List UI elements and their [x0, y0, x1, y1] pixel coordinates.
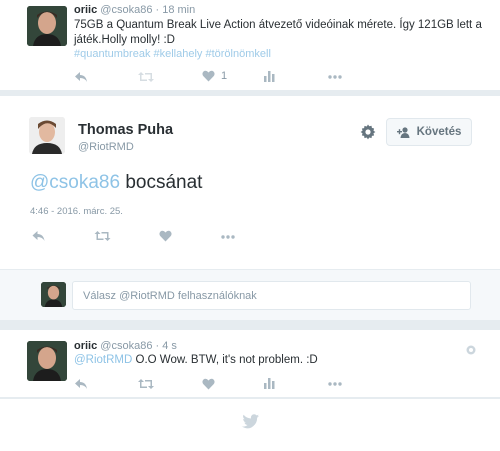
tweet-previous[interactable]: oriic @csoka86 · 18 min 75GB a Quantum B… [0, 0, 500, 90]
tweet-body: O.O Wow. BTW, it's not problem. :D [132, 354, 318, 366]
follow-button-label: Követés [416, 126, 462, 138]
reply-button[interactable] [74, 71, 88, 83]
tweet-time[interactable]: · 4 s [156, 340, 177, 352]
author-handle[interactable]: @csoka86 [100, 340, 152, 352]
like-icon [202, 378, 215, 390]
like-count: 1 [221, 70, 228, 82]
tweet-text: 75GB a Quantum Break Live Action átvezet… [74, 19, 482, 46]
more-button[interactable] [328, 75, 342, 79]
avatar[interactable] [27, 341, 67, 381]
gear-icon [360, 124, 376, 140]
retweet-button[interactable] [138, 71, 154, 83]
reply-button[interactable] [31, 230, 46, 242]
twitter-logo[interactable] [241, 414, 259, 434]
tweet-main: Thomas Puha @RiotRMD Követés @csoka86 bo… [0, 96, 500, 269]
reply-composer: Válasz @RiotRMD felhasználóknak [0, 270, 500, 320]
reply-button[interactable] [74, 378, 88, 390]
twitter-bird-icon [241, 414, 259, 429]
follow-button[interactable]: Követés [386, 118, 472, 146]
author-name[interactable]: oriic [74, 340, 97, 352]
more-icon [221, 235, 235, 239]
analytics-icon [264, 378, 275, 389]
like-icon [202, 70, 215, 82]
retweet-icon [138, 379, 154, 389]
avatar[interactable] [27, 6, 67, 46]
avatar [41, 282, 66, 307]
tweet-hashtags[interactable]: #quantumbreak #kellahely #törölnömkell [74, 48, 271, 60]
retweet-button[interactable] [138, 378, 154, 390]
more-button[interactable] [221, 235, 235, 239]
reply-icon [75, 379, 87, 389]
analytics-icon [264, 71, 275, 82]
more-icon [328, 75, 342, 79]
reply-icon [75, 72, 87, 82]
reply-prefix: Válasz [83, 289, 120, 302]
tweet-text: @RiotRMD O.O Wow. BTW, it's not problem.… [74, 354, 318, 366]
more-button[interactable] [328, 382, 342, 386]
reply-handle: @RiotRMD [119, 289, 175, 302]
reply-suffix: felhasználóknak [174, 289, 257, 302]
more-icon [328, 382, 342, 386]
settings-button[interactable] [360, 124, 376, 145]
analytics-button[interactable] [264, 71, 275, 82]
avatar[interactable] [29, 117, 65, 154]
retweet-button[interactable] [94, 230, 111, 242]
mention-link[interactable]: @RiotRMD [74, 354, 132, 366]
author-handle[interactable]: @RiotRMD [78, 141, 134, 153]
tweet-reply[interactable]: oriic @csoka86 · 4 s @RiotRMD O.O Wow. B… [0, 330, 500, 397]
author-name[interactable]: oriic [74, 4, 97, 16]
tweet-time[interactable]: · 18 min [156, 4, 196, 16]
like-icon [159, 230, 172, 242]
tweet-timestamp[interactable]: 4:46 - 2016. márc. 25. [30, 206, 123, 217]
like-button[interactable] [159, 230, 172, 242]
info-icon [466, 345, 476, 355]
author-name[interactable]: Thomas Puha [78, 122, 173, 138]
like-button[interactable]: 1 [202, 70, 227, 82]
tweet-body: bocsánat [120, 172, 203, 193]
analytics-button[interactable] [264, 378, 275, 389]
mention-link[interactable]: @csoka86 [30, 172, 120, 193]
tweet-text: @csoka86 bocsánat [30, 172, 202, 194]
info-button[interactable] [466, 342, 476, 360]
like-button[interactable] [202, 378, 215, 390]
reply-input[interactable]: Válasz @RiotRMD felhasználóknak [72, 281, 471, 310]
footer [0, 399, 500, 451]
retweet-icon [138, 72, 154, 82]
author-handle[interactable]: @csoka86 [100, 4, 152, 16]
reply-icon [32, 231, 45, 241]
follow-user-icon [396, 126, 410, 138]
retweet-icon [94, 231, 111, 241]
